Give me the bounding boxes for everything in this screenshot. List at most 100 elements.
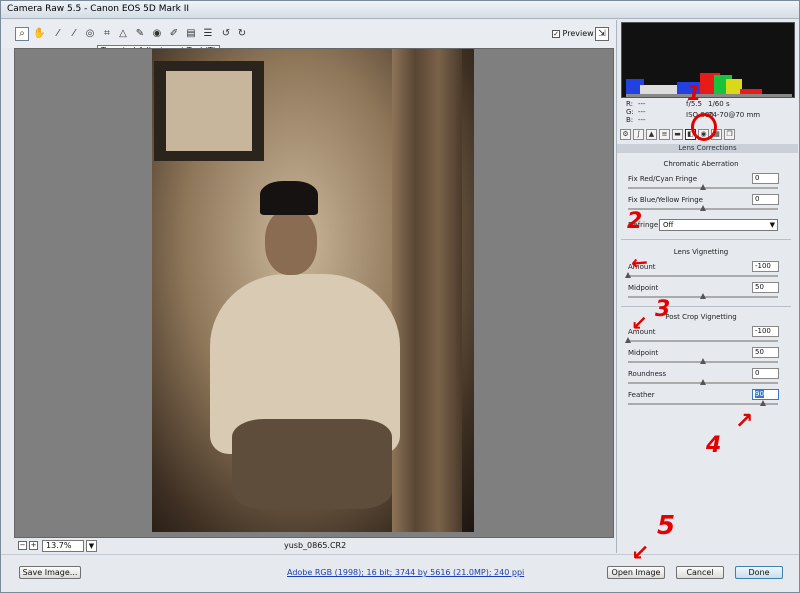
pc-midpoint-thumb[interactable] <box>700 358 706 364</box>
graduated-filter-tool-icon[interactable]: ▤ <box>184 27 198 41</box>
tab-snapshots-icon[interactable]: ❐ <box>724 129 735 140</box>
pc-roundness-slider[interactable] <box>628 379 778 385</box>
fix-blue-yellow-slider[interactable] <box>628 205 778 211</box>
workflow-options-link[interactable]: Adobe RGB (1998); 16 bit; 3744 by 5616 (… <box>287 568 524 577</box>
fullscreen-icon[interactable]: ⇲ <box>595 27 609 41</box>
fix-red-cyan-thumb[interactable] <box>700 184 706 190</box>
zoom-tool-icon[interactable]: ⌕ <box>15 27 29 41</box>
fix-red-cyan-label: Fix Red/Cyan Fringe <box>628 175 697 183</box>
tab-camera-calibration-icon[interactable]: ◉ <box>698 129 709 140</box>
lv-midpoint-label: Midpoint <box>628 284 659 292</box>
lv-amount-slider[interactable] <box>625 272 778 278</box>
panel-title: Lens Corrections <box>617 144 798 153</box>
pc-midpoint-label: Midpoint <box>628 349 659 357</box>
hand-tool-icon[interactable]: ✋ <box>32 27 46 41</box>
preferences-icon[interactable]: ☰ <box>201 27 215 41</box>
panel-tabs: ⚙ ∫ ▲ ≡ ▬ ◧ ◉ ▦ ❐ <box>617 128 799 143</box>
fix-blue-yellow-field[interactable]: 0 <box>752 194 779 205</box>
color-sampler-tool-icon[interactable]: ⁄ <box>67 27 81 41</box>
zoom-out-button[interactable]: − <box>18 541 27 550</box>
adjustment-brush-tool-icon[interactable]: ✐ <box>167 27 181 41</box>
pc-midpoint-slider[interactable] <box>628 358 778 364</box>
lv-amount-thumb[interactable] <box>625 272 631 278</box>
divider <box>621 306 791 307</box>
g-label: G: <box>626 108 634 116</box>
defringe-select[interactable]: Off ▼ <box>659 219 778 231</box>
targeted-adjustment-tool-icon[interactable]: ◎ <box>83 27 97 41</box>
pc-feather-thumb[interactable] <box>760 400 766 406</box>
fix-blue-yellow-thumb[interactable] <box>700 205 706 211</box>
lens-info: 24-70@70 mm <box>708 111 761 119</box>
pc-amount-thumb[interactable] <box>625 337 631 343</box>
zoom-level-field[interactable]: 13.7% <box>42 540 84 552</box>
lv-midpoint-slider[interactable] <box>628 293 778 299</box>
fix-blue-yellow-label: Fix Blue/Yellow Fringe <box>628 196 703 204</box>
zoom-dropdown-icon[interactable]: ▼ <box>86 540 97 552</box>
histogram <box>621 22 795 98</box>
subject-hat <box>260 181 318 215</box>
tab-hsl-icon[interactable]: ≡ <box>659 129 670 140</box>
file-name: yusb_0865.CR2 <box>284 541 347 550</box>
b-value: --- <box>638 116 646 124</box>
tab-tone-curve-icon[interactable]: ∫ <box>633 129 644 140</box>
curtain <box>392 49 462 532</box>
lv-midpoint-field[interactable]: 50 <box>752 282 779 293</box>
save-image-button[interactable]: Save Image... <box>19 566 81 579</box>
shutter-speed: 1/60 s <box>708 100 730 108</box>
wall-frame <box>154 61 264 161</box>
pc-feather-label: Feather <box>628 391 655 399</box>
aperture: f/5.5 <box>686 100 702 108</box>
zoom-in-button[interactable]: + <box>29 541 38 550</box>
spot-removal-tool-icon[interactable]: ✎ <box>133 27 147 41</box>
post-crop-vignetting-heading: Post Crop Vignetting <box>665 313 737 321</box>
pc-feather-slider[interactable] <box>628 400 778 406</box>
chromatic-aberration-heading: Chromatic Aberration <box>663 160 739 168</box>
cancel-button[interactable]: Cancel <box>676 566 724 579</box>
b-label: B: <box>626 116 634 124</box>
straighten-tool-icon[interactable]: △ <box>116 27 130 41</box>
pc-roundness-label: Roundness <box>628 370 667 378</box>
bottom-bar: Save Image... Adobe RGB (1998); 16 bit; … <box>1 554 799 592</box>
defringe-value: Off <box>663 221 674 229</box>
pc-feather-field[interactable]: 90 <box>752 389 779 400</box>
tab-split-toning-icon[interactable]: ▬ <box>672 129 683 140</box>
rotate-ccw-icon[interactable]: ↺ <box>219 27 233 41</box>
pc-amount-slider[interactable] <box>625 337 778 343</box>
camera-raw-window: Camera Raw 5.5 - Canon EOS 5D Mark II ⌕ … <box>0 0 800 593</box>
r-value: --- <box>638 100 646 108</box>
tab-presets-icon[interactable]: ▦ <box>711 129 722 140</box>
tab-lens-corrections-icon[interactable]: ◧ <box>685 129 696 140</box>
r-label: R: <box>626 100 634 108</box>
lens-vignetting-heading: Lens Vignetting <box>673 248 729 256</box>
zoom-status-row: − + 13.7% ▼ yusb_0865.CR2 <box>14 539 614 553</box>
red-eye-tool-icon[interactable]: ◉ <box>150 27 164 41</box>
white-balance-tool-icon[interactable]: ⁄ <box>51 27 65 41</box>
done-button[interactable]: Done <box>735 566 783 579</box>
pc-roundness-thumb[interactable] <box>700 379 706 385</box>
lv-amount-field[interactable]: -100 <box>752 261 779 272</box>
pc-amount-label: Amount <box>628 328 656 336</box>
preview-label: Preview <box>562 29 594 38</box>
preview-toggle[interactable]: ✓ Preview <box>552 29 594 38</box>
fix-red-cyan-slider[interactable] <box>628 184 778 190</box>
pc-roundness-field[interactable]: 0 <box>752 368 779 379</box>
open-image-button[interactable]: Open Image <box>607 566 665 579</box>
lv-midpoint-thumb[interactable] <box>700 293 706 299</box>
tab-basic-icon[interactable]: ⚙ <box>620 129 631 140</box>
title-bar: Camera Raw 5.5 - Canon EOS 5D Mark II <box>1 1 799 19</box>
fix-red-cyan-field[interactable]: 0 <box>752 173 779 184</box>
divider <box>621 239 791 240</box>
subject-sarong <box>232 419 392 509</box>
pc-amount-field[interactable]: -100 <box>752 326 779 337</box>
g-value: --- <box>638 108 646 116</box>
tab-detail-icon[interactable]: ▲ <box>646 129 657 140</box>
defringe-label: Defringe: <box>628 221 661 229</box>
subject-face <box>265 209 317 275</box>
window-title: Camera Raw 5.5 - Canon EOS 5D Mark II <box>7 4 190 14</box>
pc-midpoint-field[interactable]: 50 <box>752 347 779 358</box>
lv-amount-label: Amount <box>628 263 656 271</box>
rotate-cw-icon[interactable]: ↻ <box>235 27 249 41</box>
preview-checkbox[interactable]: ✓ <box>552 29 560 38</box>
crop-tool-icon[interactable]: ⌗ <box>100 27 114 41</box>
chevron-down-icon: ▼ <box>769 221 775 229</box>
